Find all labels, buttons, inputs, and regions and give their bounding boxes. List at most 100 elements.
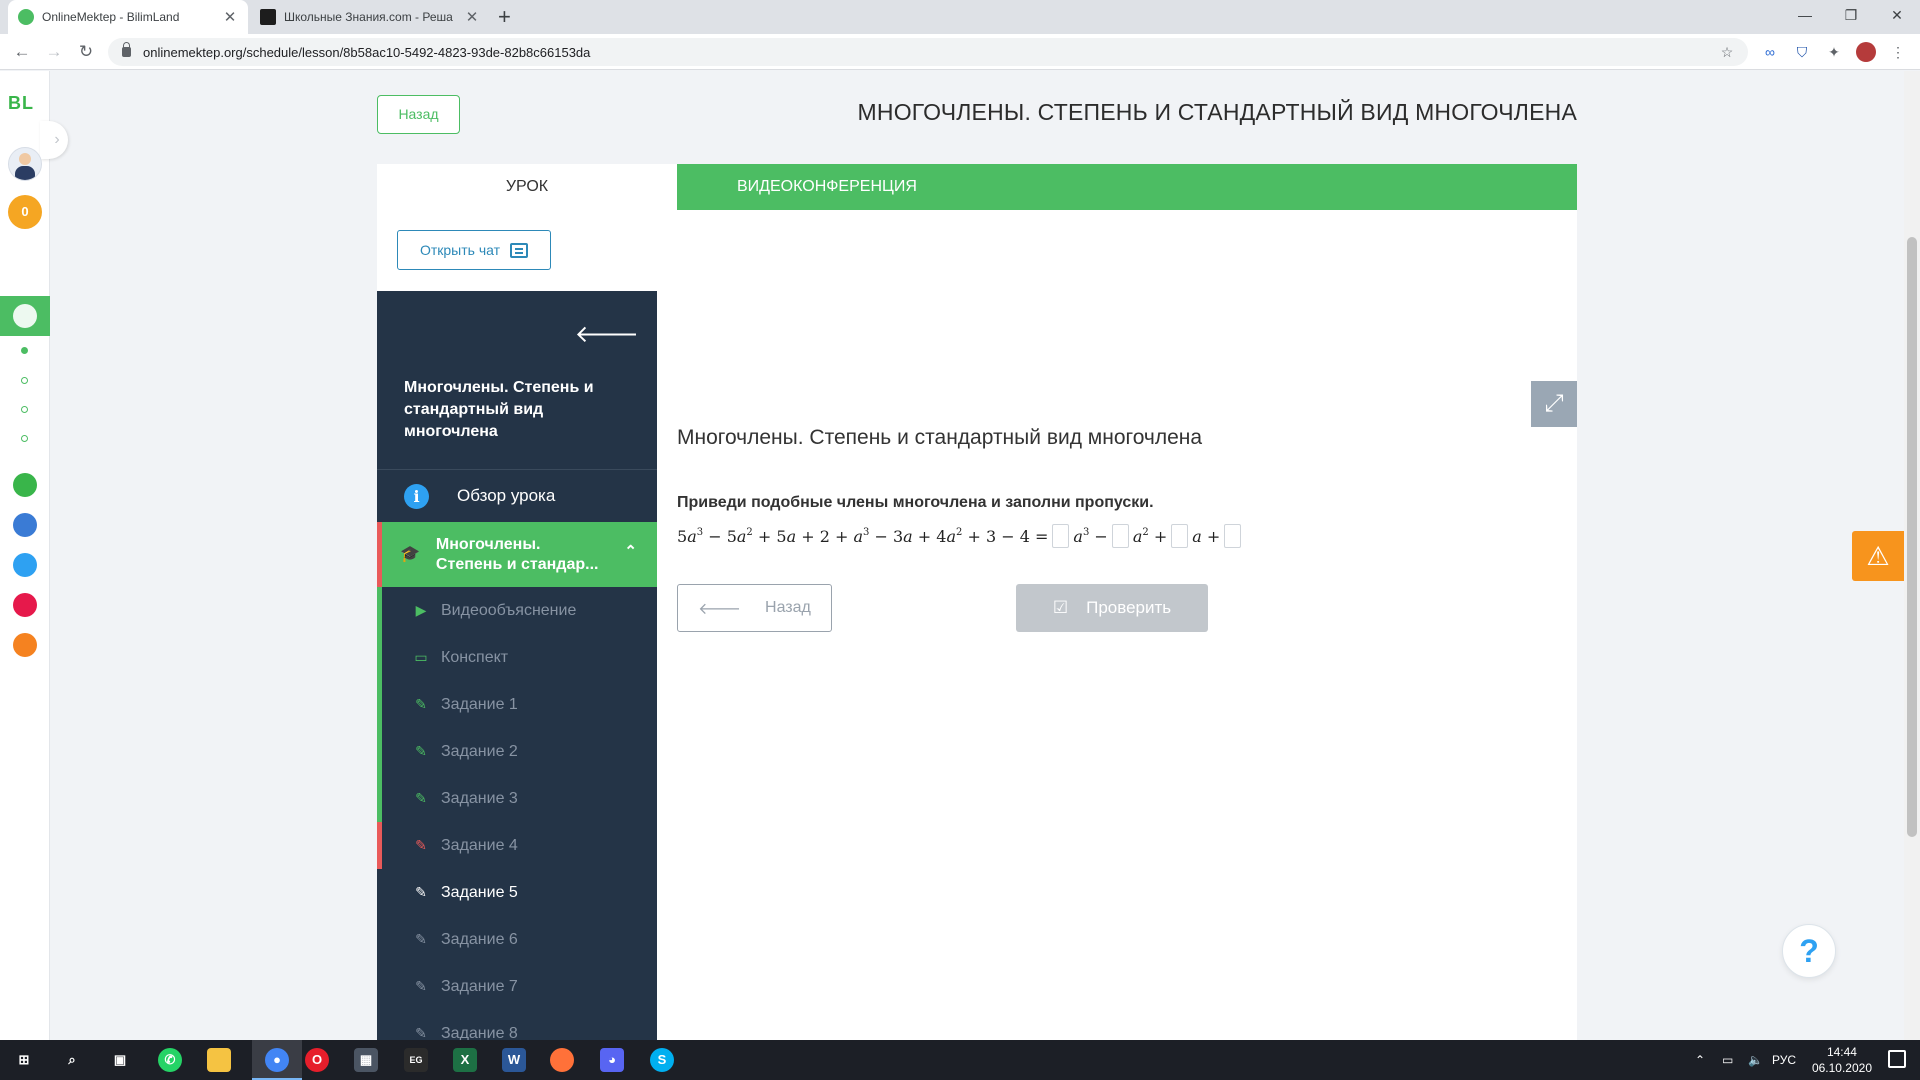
fullscreen-button[interactable]: ⤢ — [1531, 381, 1577, 427]
bookmark-star-icon[interactable]: ☆ — [1717, 42, 1737, 62]
answer-input-a2[interactable] — [1111, 524, 1129, 548]
tab-videoconference[interactable]: ВИДЕОКОНФЕРЕНЦИЯ — [677, 164, 1577, 210]
discord-icon[interactable]: ◕ — [600, 1048, 624, 1072]
close-tab-icon[interactable]: ✕ — [222, 8, 238, 26]
test-app-icon[interactable] — [13, 553, 37, 577]
scrollbar[interactable] — [1904, 71, 1920, 1040]
chrome-icon[interactable]: ● — [265, 1048, 289, 1072]
file-explorer-icon[interactable] — [207, 1048, 231, 1072]
whatsapp-icon[interactable]: ✆ — [158, 1048, 182, 1072]
rail-dot-4[interactable] — [21, 435, 28, 442]
browser-tab-znanija[interactable]: Школьные Знания.com - Реша ✕ — [250, 0, 490, 34]
tab-title: OnlineMektep - BilimLand — [42, 10, 180, 24]
scrollbar-thumb[interactable] — [1907, 237, 1917, 837]
tab-title: Школьные Знания.com - Реша — [284, 10, 453, 24]
left-rail: BL › 0 — [0, 71, 68, 1040]
rail-dot-2[interactable] — [21, 377, 28, 384]
answer-input-constant[interactable] — [1224, 524, 1242, 548]
open-chat-button[interactable]: Открыть чат — [397, 230, 551, 270]
checkbox-icon: ☑ — [1052, 598, 1069, 617]
collapse-sidebar-arrow-icon[interactable]: 🡐 — [575, 319, 639, 349]
sidebar-current-section[interactable]: 🎓 Многочлены. Степень и стандар... ⌃ — [377, 522, 657, 587]
sidebar-item-task-2[interactable]: ✎ Задание 2 — [377, 728, 657, 775]
rail-item-onlinemektep[interactable] — [0, 296, 50, 336]
epic-games-icon[interactable]: EG — [404, 1048, 428, 1072]
sidebar-item-task-6[interactable]: ✎ Задание 6 — [377, 916, 657, 963]
sidebar-item-task-5[interactable]: ✎ Задание 5 — [377, 869, 657, 916]
formula-term: a2 + — [1132, 526, 1168, 546]
sidebar-item-notes[interactable]: ▭ Конспект — [377, 634, 657, 681]
onlinemektep-icon — [13, 304, 37, 328]
sidebar-item-overview[interactable]: i Обзор урока — [377, 469, 657, 522]
opera-icon[interactable]: O — [305, 1048, 329, 1072]
skype-icon[interactable]: S — [650, 1048, 674, 1072]
task-view-icon[interactable]: ▣ — [108, 1048, 132, 1072]
formula-term: a3 − — [1073, 526, 1108, 546]
sidebar-item-task-7[interactable]: ✎ Задание 7 — [377, 963, 657, 1010]
word-icon[interactable]: W — [502, 1048, 526, 1072]
answer-input-a[interactable] — [1171, 524, 1189, 548]
report-problem-button[interactable]: ⚠ — [1852, 531, 1904, 581]
check-button[interactable]: ☑ Проверить — [1016, 584, 1208, 632]
reload-icon[interactable]: ↻ — [74, 40, 98, 64]
calculator-icon[interactable]: ▦ — [354, 1048, 378, 1072]
bilimland-app-icon[interactable] — [13, 473, 37, 497]
windows-start-icon[interactable]: ⊞ — [12, 1048, 36, 1072]
sidebar-lesson-title: Многочлены. Степень и стандартный вид мн… — [404, 379, 594, 440]
rail-dot-1[interactable] — [21, 347, 28, 354]
forward-arrow-icon[interactable]: → — [42, 40, 66, 64]
restore-icon[interactable]: ❐ — [1828, 0, 1874, 30]
input-language[interactable]: РУС — [1772, 1040, 1796, 1080]
search-icon[interactable]: ⌕ — [60, 1048, 84, 1072]
browser-menu-icon[interactable]: ⋮ — [1888, 42, 1908, 62]
expand-rail-icon[interactable]: › — [40, 121, 68, 159]
sidebar-item-task-4[interactable]: ✎ Задание 4 — [377, 822, 657, 869]
sidebar-item-video[interactable]: ▶ Видеообъяснение — [377, 587, 657, 634]
book-icon: ▭ — [414, 649, 428, 665]
profile-avatar-icon[interactable] — [1856, 42, 1876, 62]
tray-chevron-icon[interactable]: ⌃ — [1695, 1040, 1705, 1080]
back-arrow-icon[interactable]: ← — [10, 40, 34, 64]
minimize-icon[interactable]: — — [1782, 0, 1828, 30]
system-clock[interactable]: 14:44 06.10.2020 — [1812, 1044, 1872, 1076]
sidebar-item-task-8[interactable]: ✎ Задание 8 — [377, 1010, 657, 1041]
lesson-sidebar: 🡐 Многочлены. Степень и стандартный вид … — [377, 291, 657, 1040]
network-icon[interactable]: ▭ — [1722, 1040, 1733, 1080]
coins-badge[interactable]: 0 — [8, 195, 42, 229]
znanija-favicon-icon — [260, 9, 276, 25]
info-icon: i — [404, 483, 429, 509]
firefox-icon[interactable] — [550, 1048, 574, 1072]
close-window-icon[interactable]: ✕ — [1874, 0, 1920, 30]
url-field[interactable]: onlinemektep.org/schedule/lesson/8b58ac1… — [108, 38, 1748, 66]
clock-date: 06.10.2020 — [1811, 1061, 1872, 1075]
answer-input-a3[interactable] — [1052, 524, 1070, 548]
new-tab-icon[interactable]: + — [498, 4, 511, 30]
lock-icon — [122, 42, 131, 57]
help-button[interactable]: ? — [1782, 924, 1836, 978]
volume-icon[interactable]: 🔈 — [1748, 1040, 1763, 1080]
sidebar-item-task-1[interactable]: ✎ Задание 1 — [377, 681, 657, 728]
sidebar-item-task-3[interactable]: ✎ Задание 3 — [377, 775, 657, 822]
rail-dot-3[interactable] — [21, 406, 28, 413]
close-tab-icon[interactable]: ✕ — [464, 8, 480, 26]
avatar[interactable] — [8, 147, 42, 181]
expand-arrows-icon: ⤢ — [1544, 390, 1564, 417]
shield-extension-icon[interactable]: ⛉ — [1792, 42, 1812, 62]
bilim-media-app-icon[interactable] — [13, 633, 37, 657]
bilimbook-app-icon[interactable] — [13, 513, 37, 537]
browser-tab-onlinemektep[interactable]: OnlineMektep - BilimLand ✕ — [8, 0, 248, 34]
browser-tab-bar: OnlineMektep - BilimLand ✕ Школьные Знан… — [0, 0, 1920, 34]
extension-icon[interactable]: ∞ — [1760, 42, 1780, 62]
puzzle-extensions-icon[interactable]: ✦ — [1824, 42, 1844, 62]
task-back-button[interactable]: 🡐 Назад — [677, 584, 832, 632]
page-viewport: BL › 0 Назад МНОГОЧЛЕНЫ. СТЕПЕНЬ И СТАНД… — [0, 71, 1920, 1040]
edit-icon: ✎ — [415, 837, 427, 853]
tab-lesson[interactable]: УРОК — [377, 164, 677, 210]
twig-app-icon[interactable] — [13, 593, 37, 617]
back-button[interactable]: Назад — [377, 95, 460, 134]
bilimland-logo[interactable]: BL — [8, 93, 34, 114]
notifications-icon[interactable] — [1888, 1050, 1906, 1068]
lesson-content: Назад МНОГОЧЛЕНЫ. СТЕПЕНЬ И СТАНДАРТНЫЙ … — [377, 71, 1577, 1040]
sidebar-item-label: Задание 5 — [441, 883, 518, 901]
excel-icon[interactable]: X — [453, 1048, 477, 1072]
